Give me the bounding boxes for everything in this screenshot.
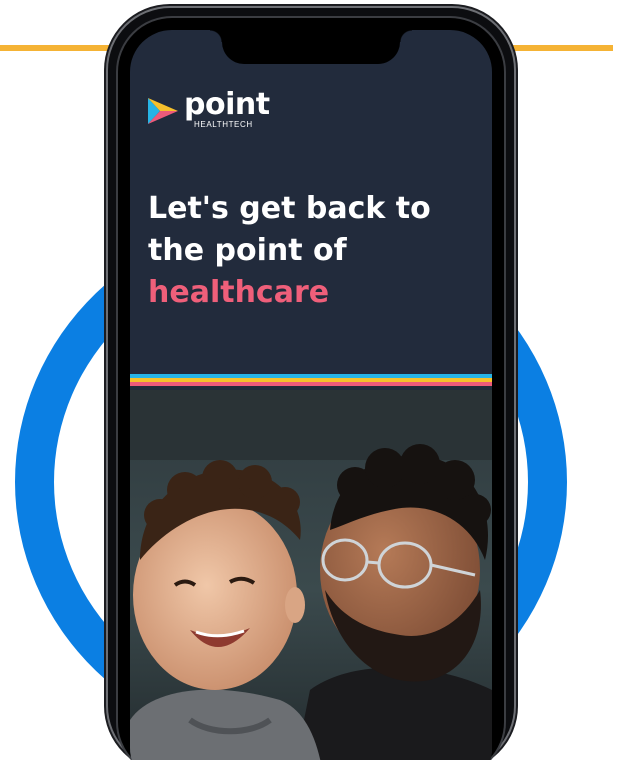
phone-notch bbox=[210, 30, 412, 64]
hero-photo bbox=[130, 390, 492, 760]
logo-tagline: HEALTHTECH bbox=[194, 120, 253, 129]
point-logo[interactable]: point HEALTHTECH bbox=[146, 90, 270, 129]
rainbow-stripes bbox=[130, 374, 492, 386]
phone-screen: point HEALTHTECH Let's get back to the p… bbox=[130, 30, 492, 760]
hero-headline: Let's get back to the point of healthcar… bbox=[148, 188, 478, 314]
marketing-graphic: point HEALTHTECH Let's get back to the p… bbox=[0, 0, 623, 760]
play-triangle-logo-icon bbox=[148, 98, 178, 124]
stripe-pink bbox=[130, 382, 492, 386]
hero-line-1: Let's get back to bbox=[148, 191, 431, 226]
father-and-baby-photo bbox=[130, 390, 492, 760]
hero-line-3: healthcare bbox=[148, 275, 330, 310]
logo-wordmark: point HEALTHTECH bbox=[184, 90, 270, 129]
phone-mockup: point HEALTHTECH Let's get back to the p… bbox=[108, 8, 514, 760]
hero-line-2: the point of bbox=[148, 233, 347, 268]
logo-name: point bbox=[184, 87, 270, 122]
